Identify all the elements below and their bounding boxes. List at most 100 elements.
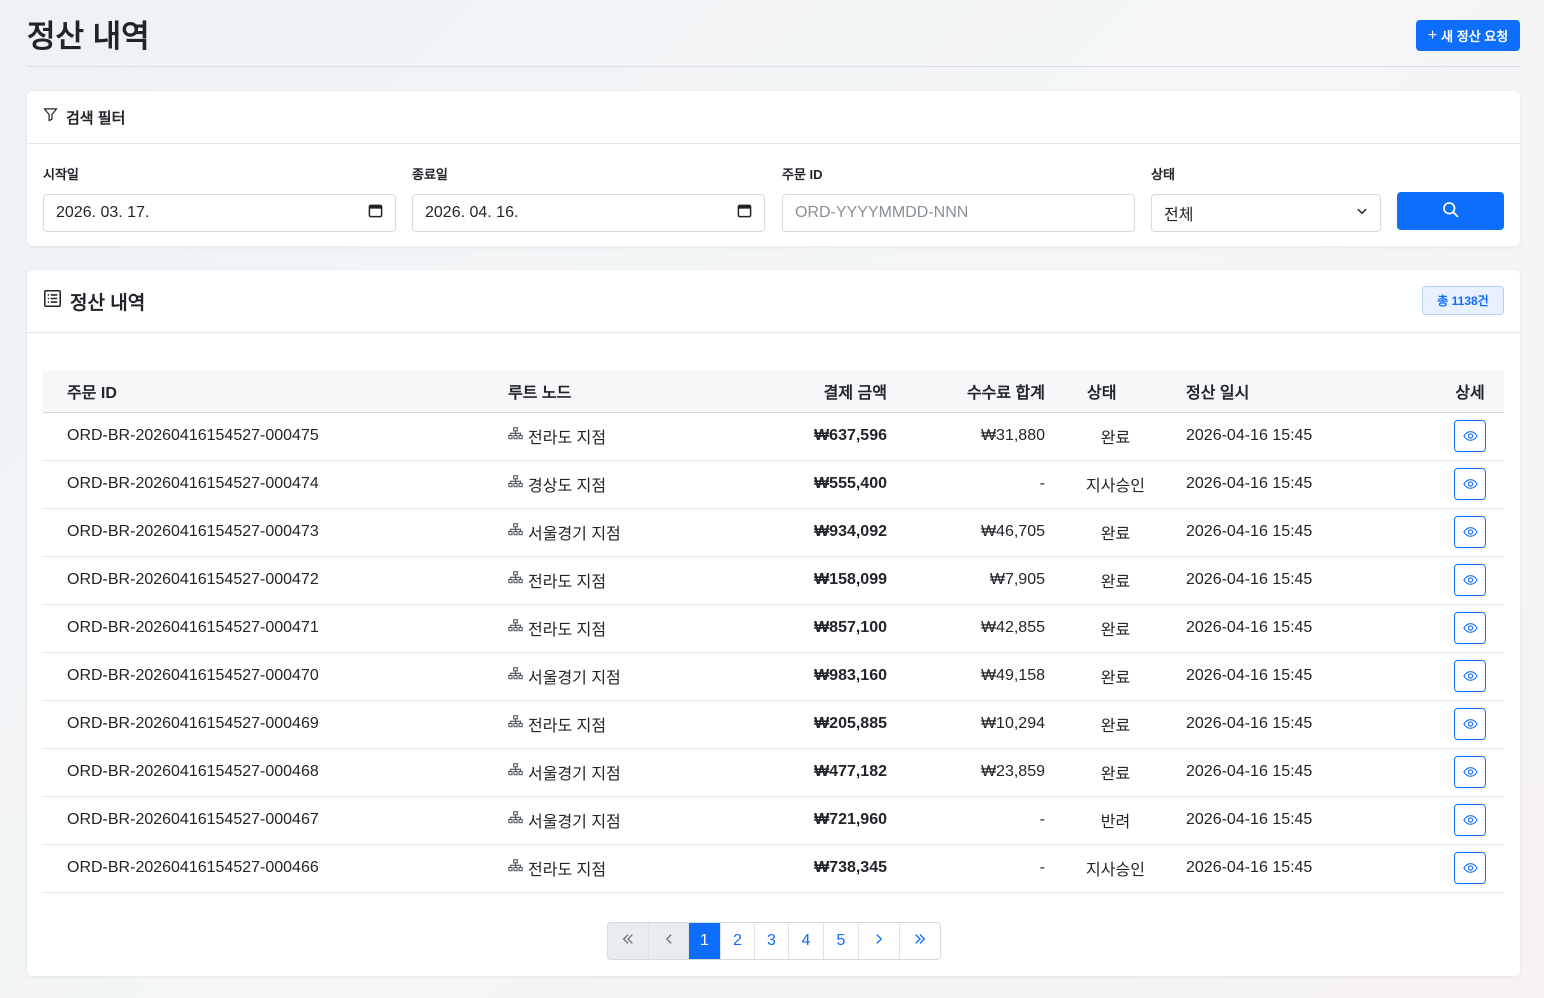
filter-body: 시작일 2026. 03. 17. 종료일 2026. 04. 16. 주문 I… bbox=[27, 144, 1520, 245]
root-node: 전라도 지점 bbox=[508, 856, 606, 880]
root-node: 서울경기 지점 bbox=[508, 520, 621, 544]
view-detail-button[interactable] bbox=[1454, 708, 1486, 740]
view-detail-button[interactable] bbox=[1454, 804, 1486, 836]
sitemap-icon bbox=[508, 475, 523, 493]
eye-icon bbox=[1462, 622, 1478, 634]
view-detail-button[interactable] bbox=[1454, 756, 1486, 788]
status-cell: 완료 bbox=[1045, 412, 1186, 461]
amount-cell: ₩205,885 bbox=[712, 700, 887, 749]
view-detail-button[interactable] bbox=[1454, 660, 1486, 692]
col-fee[interactable]: 수수료 합계 bbox=[887, 371, 1045, 413]
order-id-input[interactable]: ORD-YYYYMMDD-NNN bbox=[782, 194, 1135, 232]
fee-cell: ₩42,855 bbox=[887, 604, 1045, 653]
status-select[interactable]: 전체 bbox=[1151, 194, 1381, 232]
table-row: ORD-BR-20260416154527-000473 서울경기 지점 ₩934,… bbox=[43, 508, 1504, 557]
first-page-button[interactable] bbox=[608, 923, 649, 959]
page-4[interactable]: 4 bbox=[789, 923, 824, 959]
list-title: 정산 내역 bbox=[70, 292, 146, 314]
end-date-group: 종료일 2026. 04. 16. bbox=[412, 164, 765, 232]
detail-cell bbox=[1436, 844, 1504, 893]
status-cell: 완료 bbox=[1045, 652, 1186, 701]
detail-cell bbox=[1436, 556, 1504, 605]
double-chevron-right-icon bbox=[913, 932, 927, 951]
eye-icon bbox=[1462, 526, 1478, 538]
eye-icon bbox=[1462, 718, 1478, 730]
detail-cell bbox=[1436, 652, 1504, 701]
sitemap-icon bbox=[508, 811, 523, 829]
col-root-node[interactable]: 루트 노드 bbox=[508, 371, 712, 413]
order-id-placeholder: ORD-YYYYMMDD-NNN bbox=[795, 204, 969, 221]
root-node: 전라도 지점 bbox=[508, 616, 606, 640]
order-id-cell: ORD-BR-20260416154527-000475 bbox=[43, 412, 508, 461]
detail-cell bbox=[1436, 748, 1504, 797]
col-settled-at[interactable]: 정산 일시 bbox=[1186, 371, 1436, 413]
view-detail-button[interactable] bbox=[1454, 516, 1486, 548]
detail-cell bbox=[1436, 412, 1504, 461]
root-node-label: 서울경기 지점 bbox=[528, 766, 621, 783]
status-cell: 완료 bbox=[1045, 508, 1186, 557]
eye-icon bbox=[1462, 478, 1478, 490]
calendar-icon[interactable] bbox=[368, 203, 383, 223]
root-node: 전라도 지점 bbox=[508, 712, 606, 736]
root-node-label: 서울경기 지점 bbox=[528, 526, 621, 543]
root-node-cell: 경상도 지점 bbox=[508, 460, 712, 509]
table-row: ORD-BR-20260416154527-000474 경상도 지점 ₩555,4… bbox=[43, 460, 1504, 509]
view-detail-button[interactable] bbox=[1454, 564, 1486, 596]
root-node-label: 전라도 지점 bbox=[528, 430, 607, 447]
sitemap-icon bbox=[508, 523, 523, 541]
root-node-cell: 서울경기 지점 bbox=[508, 748, 712, 797]
amount-cell: ₩721,960 bbox=[712, 796, 887, 845]
table-row: ORD-BR-20260416154527-000471 전라도 지점 ₩857,1… bbox=[43, 604, 1504, 653]
eye-icon bbox=[1462, 574, 1478, 586]
eye-icon bbox=[1462, 430, 1478, 442]
start-date-input[interactable]: 2026. 03. 17. bbox=[43, 194, 396, 232]
amount-cell: ₩158,099 bbox=[712, 556, 887, 605]
settled-at-cell: 2026-04-16 15:45 bbox=[1186, 748, 1436, 797]
last-page-button[interactable] bbox=[900, 923, 940, 959]
root-node-cell: 전라도 지점 bbox=[508, 556, 712, 605]
view-detail-button[interactable] bbox=[1454, 468, 1486, 500]
search-button[interactable] bbox=[1397, 192, 1504, 230]
root-node: 전라도 지점 bbox=[508, 424, 606, 448]
page-3[interactable]: 3 bbox=[755, 923, 789, 959]
page-1[interactable]: 1 bbox=[689, 923, 721, 959]
view-detail-button[interactable] bbox=[1454, 852, 1486, 884]
table-row: ORD-BR-20260416154527-000470 서울경기 지점 ₩983,… bbox=[43, 652, 1504, 701]
root-node-label: 전라도 지점 bbox=[528, 622, 607, 639]
table-row: ORD-BR-20260416154527-000469 전라도 지점 ₩205,8… bbox=[43, 700, 1504, 749]
order-id-cell: ORD-BR-20260416154527-000469 bbox=[43, 700, 508, 749]
root-node-cell: 서울경기 지점 bbox=[508, 652, 712, 701]
detail-cell bbox=[1436, 604, 1504, 653]
end-date-label: 종료일 bbox=[412, 167, 448, 182]
col-amount[interactable]: 결제 금액 bbox=[712, 371, 887, 413]
detail-cell bbox=[1436, 460, 1504, 509]
root-node: 경상도 지점 bbox=[508, 472, 606, 496]
root-node-label: 전라도 지점 bbox=[528, 718, 607, 735]
root-node-label: 경상도 지점 bbox=[528, 478, 607, 495]
eye-icon bbox=[1462, 670, 1478, 682]
order-id-group: 주문 ID ORD-YYYYMMDD-NNN bbox=[782, 164, 1135, 232]
end-date-input[interactable]: 2026. 04. 16. bbox=[412, 194, 765, 232]
amount-cell: ₩934,092 bbox=[712, 508, 887, 557]
new-settlement-button[interactable]: + 새 정산 요청 bbox=[1416, 20, 1520, 51]
page-2[interactable]: 2 bbox=[721, 923, 755, 959]
next-page-button[interactable] bbox=[859, 923, 900, 959]
col-order-id[interactable]: 주문 ID bbox=[43, 371, 508, 413]
root-node-label: 전라도 지점 bbox=[528, 574, 607, 591]
view-detail-button[interactable] bbox=[1454, 420, 1486, 452]
table-row: ORD-BR-20260416154527-000468 서울경기 지점 ₩477,… bbox=[43, 748, 1504, 797]
sitemap-icon bbox=[508, 427, 523, 445]
status-cell: 완료 bbox=[1045, 604, 1186, 653]
settled-at-cell: 2026-04-16 15:45 bbox=[1186, 556, 1436, 605]
root-node-cell: 전라도 지점 bbox=[508, 700, 712, 749]
fee-cell: - bbox=[887, 796, 1045, 845]
fee-cell: ₩31,880 bbox=[887, 412, 1045, 461]
calendar-icon[interactable] bbox=[737, 203, 752, 223]
prev-page-button[interactable] bbox=[649, 923, 689, 959]
list-document-icon bbox=[43, 289, 62, 313]
settled-at-cell: 2026-04-16 15:45 bbox=[1186, 604, 1436, 653]
root-node-label: 전라도 지점 bbox=[528, 862, 607, 879]
col-status[interactable]: 상태 bbox=[1045, 371, 1186, 413]
view-detail-button[interactable] bbox=[1454, 612, 1486, 644]
page-5[interactable]: 5 bbox=[824, 923, 859, 959]
